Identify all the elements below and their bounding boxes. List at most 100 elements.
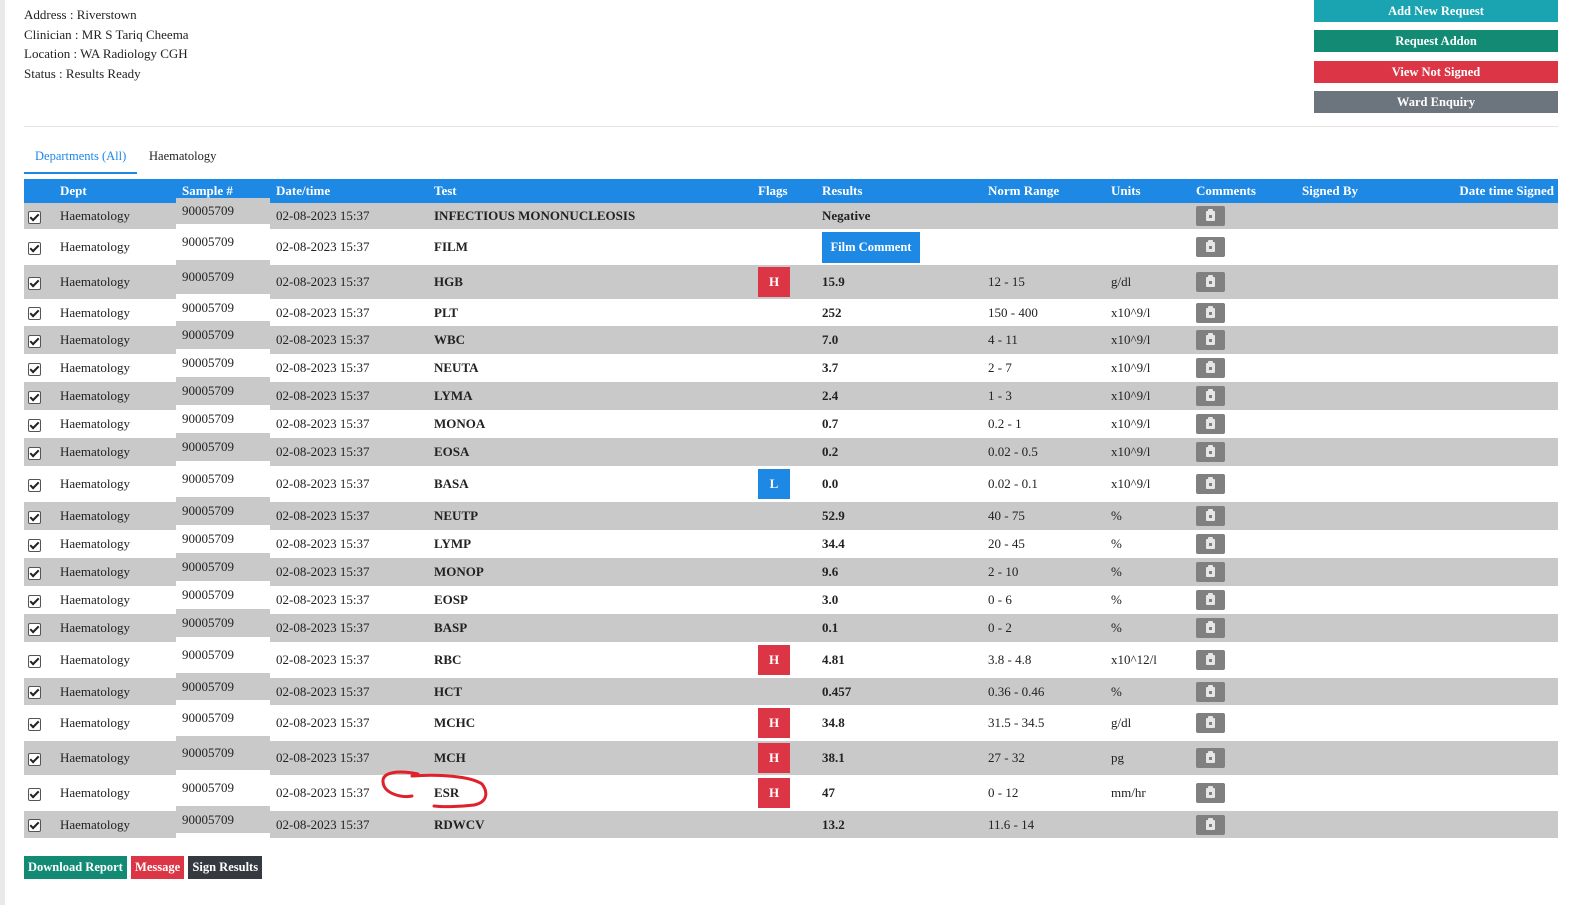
comment-clipboard-icon[interactable]	[1196, 302, 1225, 323]
row-checkbox[interactable]	[28, 446, 41, 460]
result-cell: Film Comment	[816, 229, 982, 265]
header-comments[interactable]: Comments	[1190, 179, 1296, 203]
flag-cell	[752, 382, 816, 410]
row-checkbox[interactable]	[28, 787, 41, 801]
comment-clipboard-icon[interactable]	[1196, 783, 1225, 803]
row-checkbox[interactable]	[28, 566, 41, 580]
test-cell: WBC	[428, 326, 752, 354]
signed-by-cell	[1296, 265, 1392, 299]
clinician-text: Clinician : MR S Tariq Cheema	[24, 26, 189, 42]
request-addon-button[interactable]: Request Addon	[1314, 30, 1558, 53]
dept-cell: Haematology	[54, 586, 176, 614]
message-button[interactable]: Message	[131, 856, 185, 879]
result-value: Negative	[822, 208, 871, 223]
dept-cell: Haematology	[54, 466, 176, 502]
comment-clipboard-icon[interactable]	[1196, 272, 1225, 292]
comment-clipboard-icon[interactable]	[1196, 534, 1225, 554]
tab-haematology[interactable]: Haematology	[149, 144, 216, 172]
comment-clipboard-icon[interactable]	[1196, 713, 1225, 733]
add-new-request-button[interactable]: Add New Request	[1314, 0, 1558, 22]
row-checkbox[interactable]	[28, 510, 41, 524]
signed-by-cell	[1296, 741, 1392, 775]
header-datetime[interactable]: Date/time	[270, 179, 428, 203]
units-cell: g/dl	[1105, 705, 1190, 741]
flag-badge[interactable]: H	[758, 778, 790, 808]
comment-clipboard-icon[interactable]	[1196, 618, 1225, 638]
download-report-button[interactable]: Download Report	[24, 856, 127, 879]
comment-clipboard-icon[interactable]	[1196, 386, 1225, 406]
row-checkbox[interactable]	[28, 654, 41, 668]
film-comment-button[interactable]: Film Comment	[822, 231, 920, 263]
row-checkbox[interactable]	[28, 334, 41, 348]
row-checkbox[interactable]	[28, 210, 41, 224]
comment-clipboard-icon[interactable]	[1196, 506, 1225, 526]
flag-badge[interactable]: H	[758, 645, 790, 675]
header-dept[interactable]: Dept	[54, 179, 176, 203]
test-cell: INFECTIOUS MONONUCLEOSIS	[428, 203, 752, 229]
flag-badge[interactable]: H	[758, 708, 790, 738]
row-checkbox[interactable]	[28, 241, 41, 255]
comment-clipboard-icon[interactable]	[1196, 650, 1225, 670]
flag-badge[interactable]: H	[758, 743, 790, 773]
comment-clipboard-icon[interactable]	[1196, 814, 1225, 835]
flag-badge[interactable]: H	[758, 267, 790, 297]
flag-badge[interactable]: L	[758, 469, 790, 499]
header-signed-by[interactable]: Signed By	[1296, 179, 1392, 203]
units-cell: %	[1105, 614, 1190, 642]
row-checkbox[interactable]	[28, 752, 41, 766]
test-cell: EOSA	[428, 438, 752, 466]
signed-by-cell	[1296, 203, 1392, 229]
header-norm-range[interactable]: Norm Range	[982, 179, 1105, 203]
result-value: 7.0	[822, 332, 839, 347]
header-test[interactable]: Test	[428, 179, 752, 203]
view-not-signed-button[interactable]: View Not Signed	[1314, 60, 1558, 83]
datetime-cell: 02-08-2023 15:37	[270, 586, 428, 614]
units-cell: x10^9/l	[1105, 438, 1190, 466]
datetime-cell: 02-08-2023 15:37	[270, 203, 428, 229]
comment-clipboard-icon[interactable]	[1196, 681, 1225, 702]
signed-by-cell	[1296, 678, 1392, 705]
units-cell: %	[1105, 558, 1190, 586]
header-flags[interactable]: Flags	[752, 179, 816, 203]
comment-clipboard-icon[interactable]	[1196, 206, 1225, 226]
comment-clipboard-icon[interactable]	[1196, 562, 1225, 582]
header-results[interactable]: Results	[816, 179, 982, 203]
sign-results-button[interactable]: Sign Results	[188, 856, 263, 879]
header-date-time-signed[interactable]: Date time Signed	[1392, 179, 1558, 203]
sample-cell: 90005709	[176, 294, 270, 321]
units-cell: mm/hr	[1105, 775, 1190, 811]
datetime-cell: 02-08-2023 15:37	[270, 775, 428, 811]
comment-clipboard-icon[interactable]	[1196, 237, 1225, 257]
row-checkbox[interactable]	[28, 538, 41, 552]
row-checkbox[interactable]	[28, 594, 41, 608]
sample-cell: 90005709	[176, 700, 270, 736]
flag-cell	[752, 558, 816, 586]
sample-cell: 90005709	[176, 198, 270, 224]
row-checkbox[interactable]	[28, 276, 41, 290]
row-checkbox[interactable]	[28, 717, 41, 731]
test-cell: MCHC	[428, 705, 752, 741]
row-checkbox[interactable]	[28, 819, 41, 833]
comment-clipboard-icon[interactable]	[1196, 590, 1225, 610]
sample-cell: 90005709	[176, 497, 270, 525]
ward-enquiry-button[interactable]: Ward Enquiry	[1314, 90, 1558, 113]
row-checkbox[interactable]	[28, 390, 41, 404]
comment-clipboard-icon[interactable]	[1196, 442, 1225, 462]
row-checkbox[interactable]	[28, 622, 41, 636]
result-value: 3.0	[822, 592, 839, 607]
row-checkbox[interactable]	[28, 307, 41, 321]
comment-clipboard-icon[interactable]	[1196, 330, 1225, 350]
comment-clipboard-icon[interactable]	[1196, 748, 1225, 768]
datetime-cell: 02-08-2023 15:37	[270, 466, 428, 502]
tab-departments-all[interactable]: Departments (All)	[24, 144, 138, 174]
row-checkbox[interactable]	[28, 478, 41, 492]
row-checkbox[interactable]	[28, 418, 41, 432]
row-checkbox[interactable]	[28, 362, 41, 376]
row-checkbox[interactable]	[28, 686, 41, 700]
comment-clipboard-icon[interactable]	[1196, 358, 1225, 378]
header-units[interactable]: Units	[1105, 179, 1190, 203]
comment-clipboard-icon[interactable]	[1196, 414, 1225, 434]
comment-clipboard-icon[interactable]	[1196, 474, 1225, 494]
comments-cell	[1190, 614, 1296, 642]
sample-cell: 90005709	[176, 673, 270, 700]
